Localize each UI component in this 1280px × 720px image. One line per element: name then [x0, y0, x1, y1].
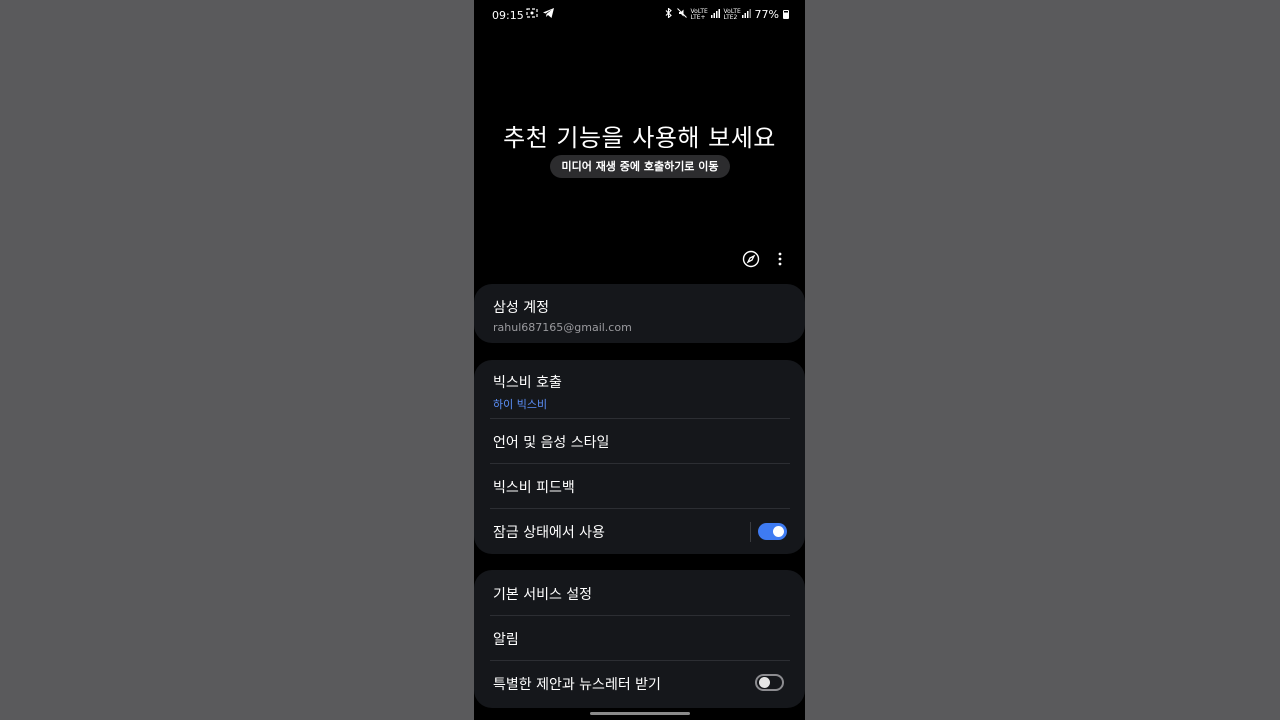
notifications-row[interactable]: 알림	[493, 629, 790, 649]
toggle-knob	[759, 677, 770, 688]
hero-title: 추천 기능을 사용해 보세요	[503, 124, 776, 152]
status-left-icons	[526, 8, 554, 21]
services-settings-card: 기본 서비스 설정 알림 특별한 제안과 뉴스레터 받기	[474, 570, 805, 708]
hero-suggestion-chip[interactable]: 미디어 재생 중에 호출하기로 이동	[550, 155, 730, 178]
newsletter-row[interactable]: 특별한 제안과 뉴스레터 받기	[493, 674, 790, 694]
account-card[interactable]: 삼성 계정 rahul687165@gmail.com	[474, 284, 805, 343]
volte-lte2-icon: VoLTE LTE2	[723, 7, 741, 21]
language-style-title: 언어 및 음성 스타일	[493, 435, 610, 451]
bluetooth-icon	[665, 7, 673, 21]
bixby-wake-value: 하이 빅스비	[493, 398, 548, 411]
bixby-feedback-row[interactable]: 빅스비 피드백	[493, 477, 790, 497]
screenshot-icon	[526, 8, 538, 21]
backdrop-left	[0, 0, 474, 720]
divider	[490, 508, 790, 509]
divider	[490, 660, 790, 661]
locked-use-title: 잠금 상태에서 사용	[493, 525, 605, 541]
telegram-icon	[543, 8, 554, 21]
notifications-title: 알림	[493, 632, 519, 648]
toggle-separator	[750, 522, 751, 542]
status-time: 09:15	[492, 9, 524, 22]
account-title: 삼성 계정	[493, 300, 549, 316]
basic-services-row[interactable]: 기본 서비스 설정	[493, 584, 790, 604]
signal2-icon	[741, 8, 751, 21]
bixby-wake-title: 빅스비 호출	[493, 375, 562, 391]
basic-services-title: 기본 서비스 설정	[493, 587, 593, 603]
mute-icon	[676, 8, 687, 21]
locked-use-row[interactable]: 잠금 상태에서 사용	[493, 522, 790, 542]
account-email: rahul687165@gmail.com	[493, 321, 632, 334]
locked-use-toggle[interactable]	[758, 523, 787, 540]
newsletter-title: 특별한 제안과 뉴스레터 받기	[493, 677, 661, 693]
toggle-knob	[773, 526, 784, 537]
phone-screen: 09:15 VoLTE LTE+ VoLTE LTE2 77% 추천 기능을 사…	[474, 0, 805, 720]
status-right-icons: VoLTE LTE+ VoLTE LTE2 77%	[665, 7, 789, 21]
more-vert-icon[interactable]	[770, 249, 790, 269]
bixby-feedback-title: 빅스비 피드백	[493, 480, 575, 496]
status-bar: 09:15 VoLTE LTE+ VoLTE LTE2 77%	[474, 0, 805, 32]
language-style-row[interactable]: 언어 및 음성 스타일	[493, 432, 790, 452]
bixby-wake-row[interactable]: 빅스비 호출 하이 빅스비	[493, 372, 790, 412]
backdrop-right	[805, 0, 1280, 720]
bixby-settings-card: 빅스비 호출 하이 빅스비 언어 및 음성 스타일 빅스비 피드백 잠금 상태에…	[474, 360, 805, 554]
account-row[interactable]: 삼성 계정 rahul687165@gmail.com	[493, 297, 790, 334]
battery-icon	[783, 10, 789, 19]
volte-lte1-icon: VoLTE LTE+	[690, 7, 708, 21]
divider	[490, 418, 790, 419]
compass-icon[interactable]	[741, 249, 761, 269]
battery-percent: 77%	[754, 8, 779, 21]
divider	[490, 463, 790, 464]
home-indicator[interactable]	[590, 712, 690, 715]
newsletter-toggle[interactable]	[755, 674, 784, 691]
signal1-icon	[710, 8, 720, 21]
divider	[490, 615, 790, 616]
